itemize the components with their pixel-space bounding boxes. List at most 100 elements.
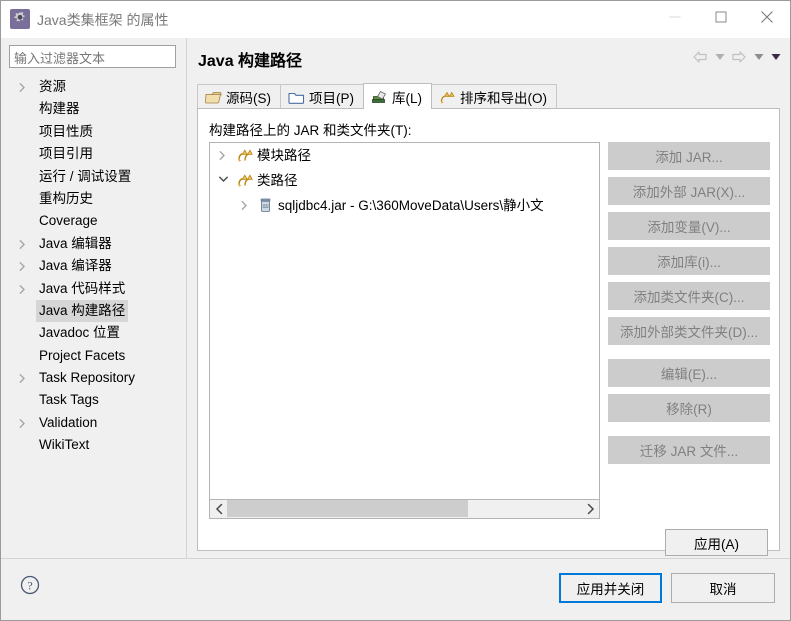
sidebar-item[interactable]: 项目引用	[1, 143, 186, 165]
library-action-button[interactable]: 迁移 JAR 文件...	[608, 436, 770, 464]
tab-label: 源码(S)	[226, 91, 271, 106]
library-action-button[interactable]: 添加类文件夹(C)...	[608, 282, 770, 310]
title-bar: Java类集框架 的属性	[1, 1, 790, 38]
tab-label: 项目(P)	[309, 91, 354, 106]
sidebar-item[interactable]: Java 编辑器	[1, 233, 186, 255]
source-folder-icon	[205, 90, 222, 105]
page-title: Java 构建路径	[198, 53, 303, 70]
tree-row-label: 模块路径	[257, 148, 311, 163]
library-action-button[interactable]: 移除(R)	[608, 394, 770, 422]
library-action-button[interactable]: 添加外部类文件夹(D)...	[608, 317, 770, 345]
settings-tree: 资源 构建器 项目性质 项目引用 运行 / 调试设置 重构历史 Coverage Java 编…	[1, 76, 186, 457]
sidebar-item[interactable]: Task Tags	[1, 389, 186, 411]
back-menu-chevron-down-icon[interactable]	[711, 46, 728, 68]
settings-page: Java 构建路径 源码(S) 项目(P) 库(L) 排序和导出(O) 构建路径…	[187, 38, 790, 558]
sidebar-item[interactable]: Validation	[1, 412, 186, 434]
path-entry-icon	[236, 147, 253, 164]
svg-text:010: 010	[263, 204, 269, 208]
scrollbar-thumb[interactable]	[227, 500, 469, 517]
chevron-right-icon[interactable]	[19, 76, 31, 98]
sidebar-item-label: 项目引用	[39, 146, 93, 162]
tab-bar: 源码(S) 项目(P) 库(L) 排序和导出(O)	[197, 83, 557, 109]
forward-arrow-icon[interactable]	[728, 46, 750, 68]
sidebar-item[interactable]: Project Facets	[1, 345, 186, 367]
tree-row-label: sqljdbc4.jar - G:\360MoveData\Users\静小文	[278, 198, 544, 213]
filter-input[interactable]: 输入过滤器文本	[9, 45, 176, 68]
sidebar-item[interactable]: 资源	[1, 76, 186, 98]
jar-icon: 010	[257, 197, 274, 214]
sidebar-item-label: Java 构建路径	[36, 299, 129, 323]
window-title: Java类集框架 的属性	[37, 12, 169, 28]
minimize-button[interactable]	[652, 1, 698, 33]
sidebar-item[interactable]: Javadoc 位置	[1, 322, 186, 344]
app-gear-icon	[10, 9, 30, 29]
scrollbar-track[interactable]	[227, 500, 582, 517]
close-button[interactable]	[744, 1, 790, 33]
page-nav-toolbar	[689, 46, 784, 68]
chevron-right-icon[interactable]	[219, 143, 232, 168]
library-action-button[interactable]: 添加变量(V)...	[608, 212, 770, 240]
sidebar-item[interactable]: Java 构建路径	[1, 299, 186, 323]
page-header: Java 构建路径	[187, 38, 790, 76]
sidebar-item[interactable]: Java 编译器	[1, 255, 186, 277]
chevron-down-icon[interactable]	[219, 168, 232, 193]
path-entry-icon	[236, 172, 253, 189]
tab-1[interactable]: 源码(S)	[197, 84, 281, 109]
library-action-button[interactable]: 添加库(i)...	[608, 247, 770, 275]
cancel-button[interactable]: 取消	[671, 573, 775, 603]
sidebar-item[interactable]: WikiText	[1, 434, 186, 456]
library-action-button[interactable]: 添加外部 JAR(X)...	[608, 177, 770, 205]
sidebar-item[interactable]: Java 代码样式	[1, 278, 186, 300]
tree-horizontal-scrollbar[interactable]	[209, 500, 600, 519]
help-icon[interactable]: ?	[18, 573, 42, 597]
tab-3[interactable]: 库(L)	[363, 83, 432, 109]
sidebar-item[interactable]: 运行 / 调试设置	[1, 166, 186, 188]
chevron-right-icon[interactable]	[19, 233, 31, 255]
tree-row[interactable]: 类路径	[210, 168, 599, 193]
apply-and-close-button[interactable]: 应用并关闭	[559, 573, 662, 603]
apply-button[interactable]: 应用(A)	[665, 529, 768, 556]
sidebar-item[interactable]: 重构历史	[1, 188, 186, 210]
sidebar-item-label: WikiText	[39, 437, 90, 453]
tree-row-label: 类路径	[257, 173, 298, 188]
dialog-footer: ? 应用并关闭 取消	[1, 559, 790, 620]
chevron-right-icon[interactable]	[241, 193, 254, 218]
tree-row[interactable]: 010 sqljdbc4.jar - G:\360MoveData\Users\静…	[210, 193, 599, 218]
forward-menu-chevron-down-icon[interactable]	[750, 46, 767, 68]
sidebar-item[interactable]: 构建器	[1, 98, 186, 120]
tab-2[interactable]: 项目(P)	[280, 84, 364, 109]
scroll-right-chevron-right-icon[interactable]	[582, 500, 599, 517]
sidebar-item[interactable]: 项目性质	[1, 121, 186, 143]
filter-placeholder: 输入过滤器文本	[14, 51, 106, 66]
library-action-button[interactable]: 添加 JAR...	[608, 142, 770, 170]
chevron-right-icon[interactable]	[19, 412, 31, 434]
view-menu-chevron-down-icon[interactable]	[767, 46, 784, 68]
scroll-left-chevron-left-icon[interactable]	[210, 500, 227, 517]
chevron-right-icon[interactable]	[19, 255, 31, 277]
sidebar-item[interactable]: Task Repository	[1, 367, 186, 389]
tab-label: 排序和导出(O)	[460, 91, 547, 106]
sidebar-item-label: 项目性质	[39, 123, 93, 139]
sidebar-item-label: Javadoc 位置	[39, 325, 121, 341]
maximize-button[interactable]	[698, 1, 744, 33]
tree-row[interactable]: 模块路径	[210, 143, 599, 168]
chevron-right-icon[interactable]	[19, 278, 31, 300]
sidebar-item-label: Project Facets	[39, 347, 126, 363]
chevron-right-icon[interactable]	[19, 367, 31, 389]
svg-text:?: ?	[27, 578, 32, 592]
build-path-tree[interactable]: 模块路径类路径 010 sqljdbc4.jar - G:\360MoveData\…	[209, 142, 600, 500]
sidebar-item-label: Task Tags	[39, 392, 99, 408]
library-action-button[interactable]: 编辑(E)...	[608, 359, 770, 387]
sidebar-item-label: Java 编译器	[39, 258, 112, 274]
tab-4[interactable]: 排序和导出(O)	[431, 84, 557, 109]
back-arrow-icon[interactable]	[689, 46, 711, 68]
sidebar-item[interactable]: Coverage	[1, 210, 186, 232]
